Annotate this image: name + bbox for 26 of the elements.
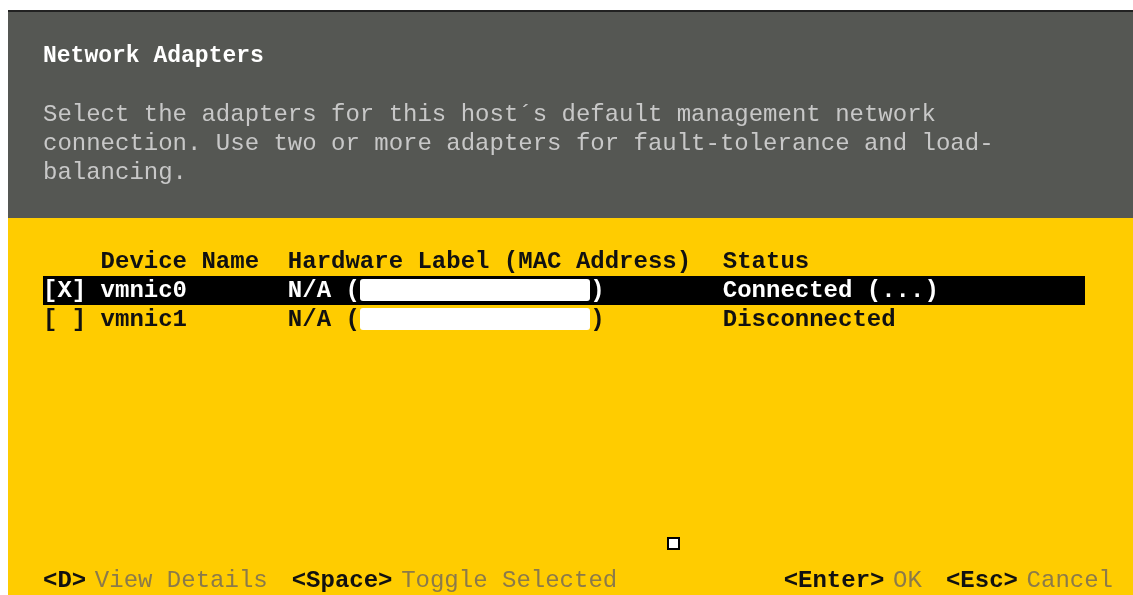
hardware-label: N/A ( (287, 276, 360, 305)
device-name: vmnic1 (100, 305, 189, 334)
hardware-label-end: ) (590, 305, 605, 334)
adapter-row[interactable]: [X] vmnic0 N/A ( ) Connected (...) (43, 276, 1085, 305)
hotkey[interactable]: <Enter> (783, 566, 885, 595)
cursor-square-icon (667, 537, 680, 550)
checkbox-text[interactable]: [X] (43, 276, 101, 305)
device-name: vmnic0 (100, 276, 189, 305)
hotkey-label: View Details (94, 566, 268, 595)
hotkey[interactable]: <Space> (291, 566, 393, 595)
hotkey[interactable]: <Esc> (945, 566, 1018, 595)
hardware-label-end: ) (590, 276, 605, 305)
checkbox-text[interactable]: [ ] (43, 305, 101, 334)
status-text: Connected (...) (722, 276, 940, 305)
hotkey[interactable]: <D> (43, 566, 87, 595)
status-text: Disconnected (722, 305, 897, 334)
screen-description: Select the adapters for this host´s default management network connection. Use two or more adapters for fault-tolerance and load-balancing. (43, 100, 995, 187)
column-header: Status (722, 247, 811, 276)
column-header: Hardware Label (MAC Address) (287, 247, 693, 276)
hotkey-label: Cancel (1026, 566, 1113, 595)
column-header: Device Name (100, 247, 261, 276)
adapter-row[interactable]: [ ] vmnic1 N/A ( ) Disconnected (43, 305, 1085, 334)
screen-title: Network Adapters (43, 42, 265, 71)
hotkey-label: OK (893, 566, 922, 595)
hotkey-label: Toggle Selected (401, 566, 618, 595)
hardware-label: N/A ( (287, 305, 360, 334)
